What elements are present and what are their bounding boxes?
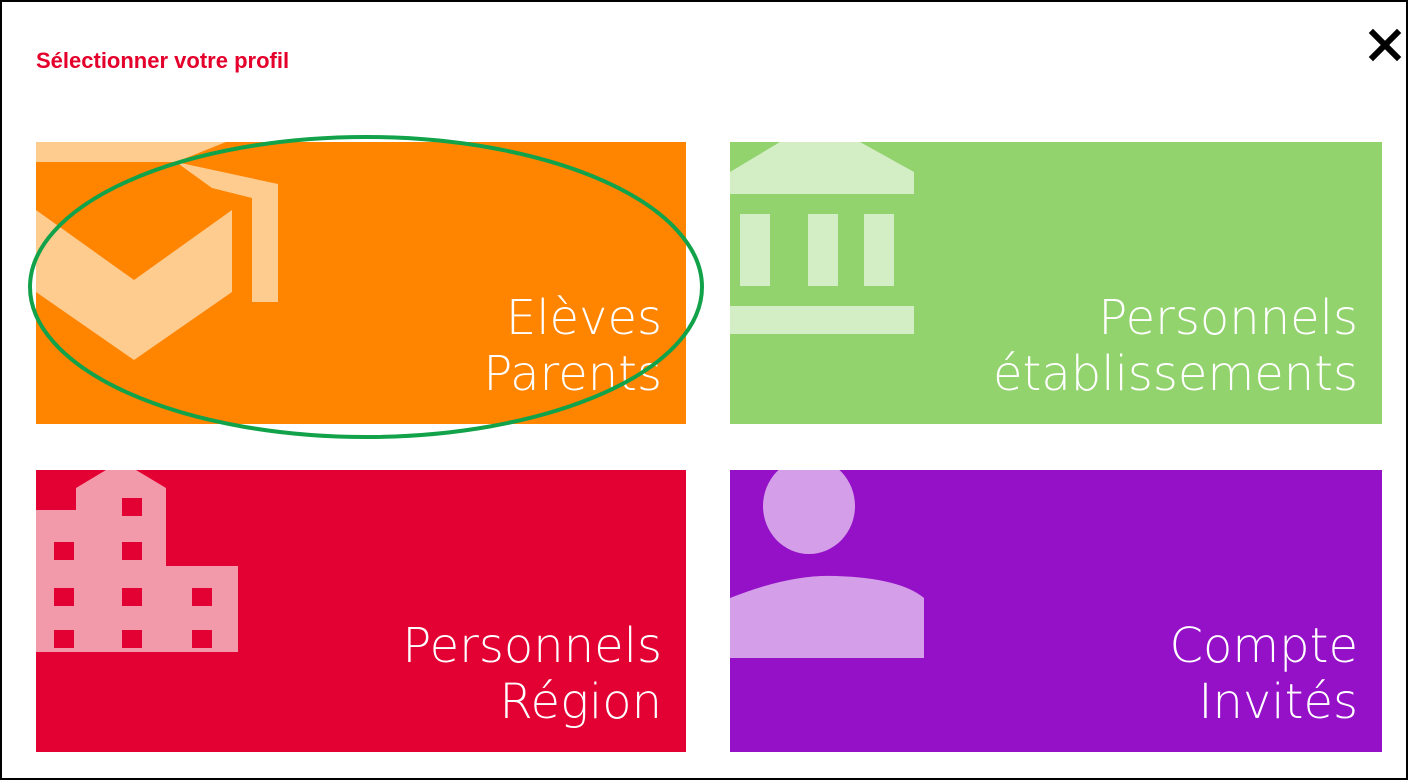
tile-personnels-region[interactable]: Personnels Région (36, 470, 686, 752)
tile-eleves-parents[interactable]: Elèves Parents (36, 142, 686, 424)
tile-label: Elèves Parents (483, 290, 662, 402)
tile-label: Personnels Région (402, 618, 662, 730)
tile-label: Personnels établissements (993, 290, 1358, 402)
dialog-title: Sélectionner votre profil (36, 48, 290, 73)
tile-label: Compte Invités (1169, 618, 1358, 730)
tile-compte-invites[interactable]: Compte Invités (730, 470, 1382, 752)
close-icon[interactable] (1368, 28, 1402, 62)
tile-personnels-etablissements[interactable]: Personnels établissements (730, 142, 1382, 424)
